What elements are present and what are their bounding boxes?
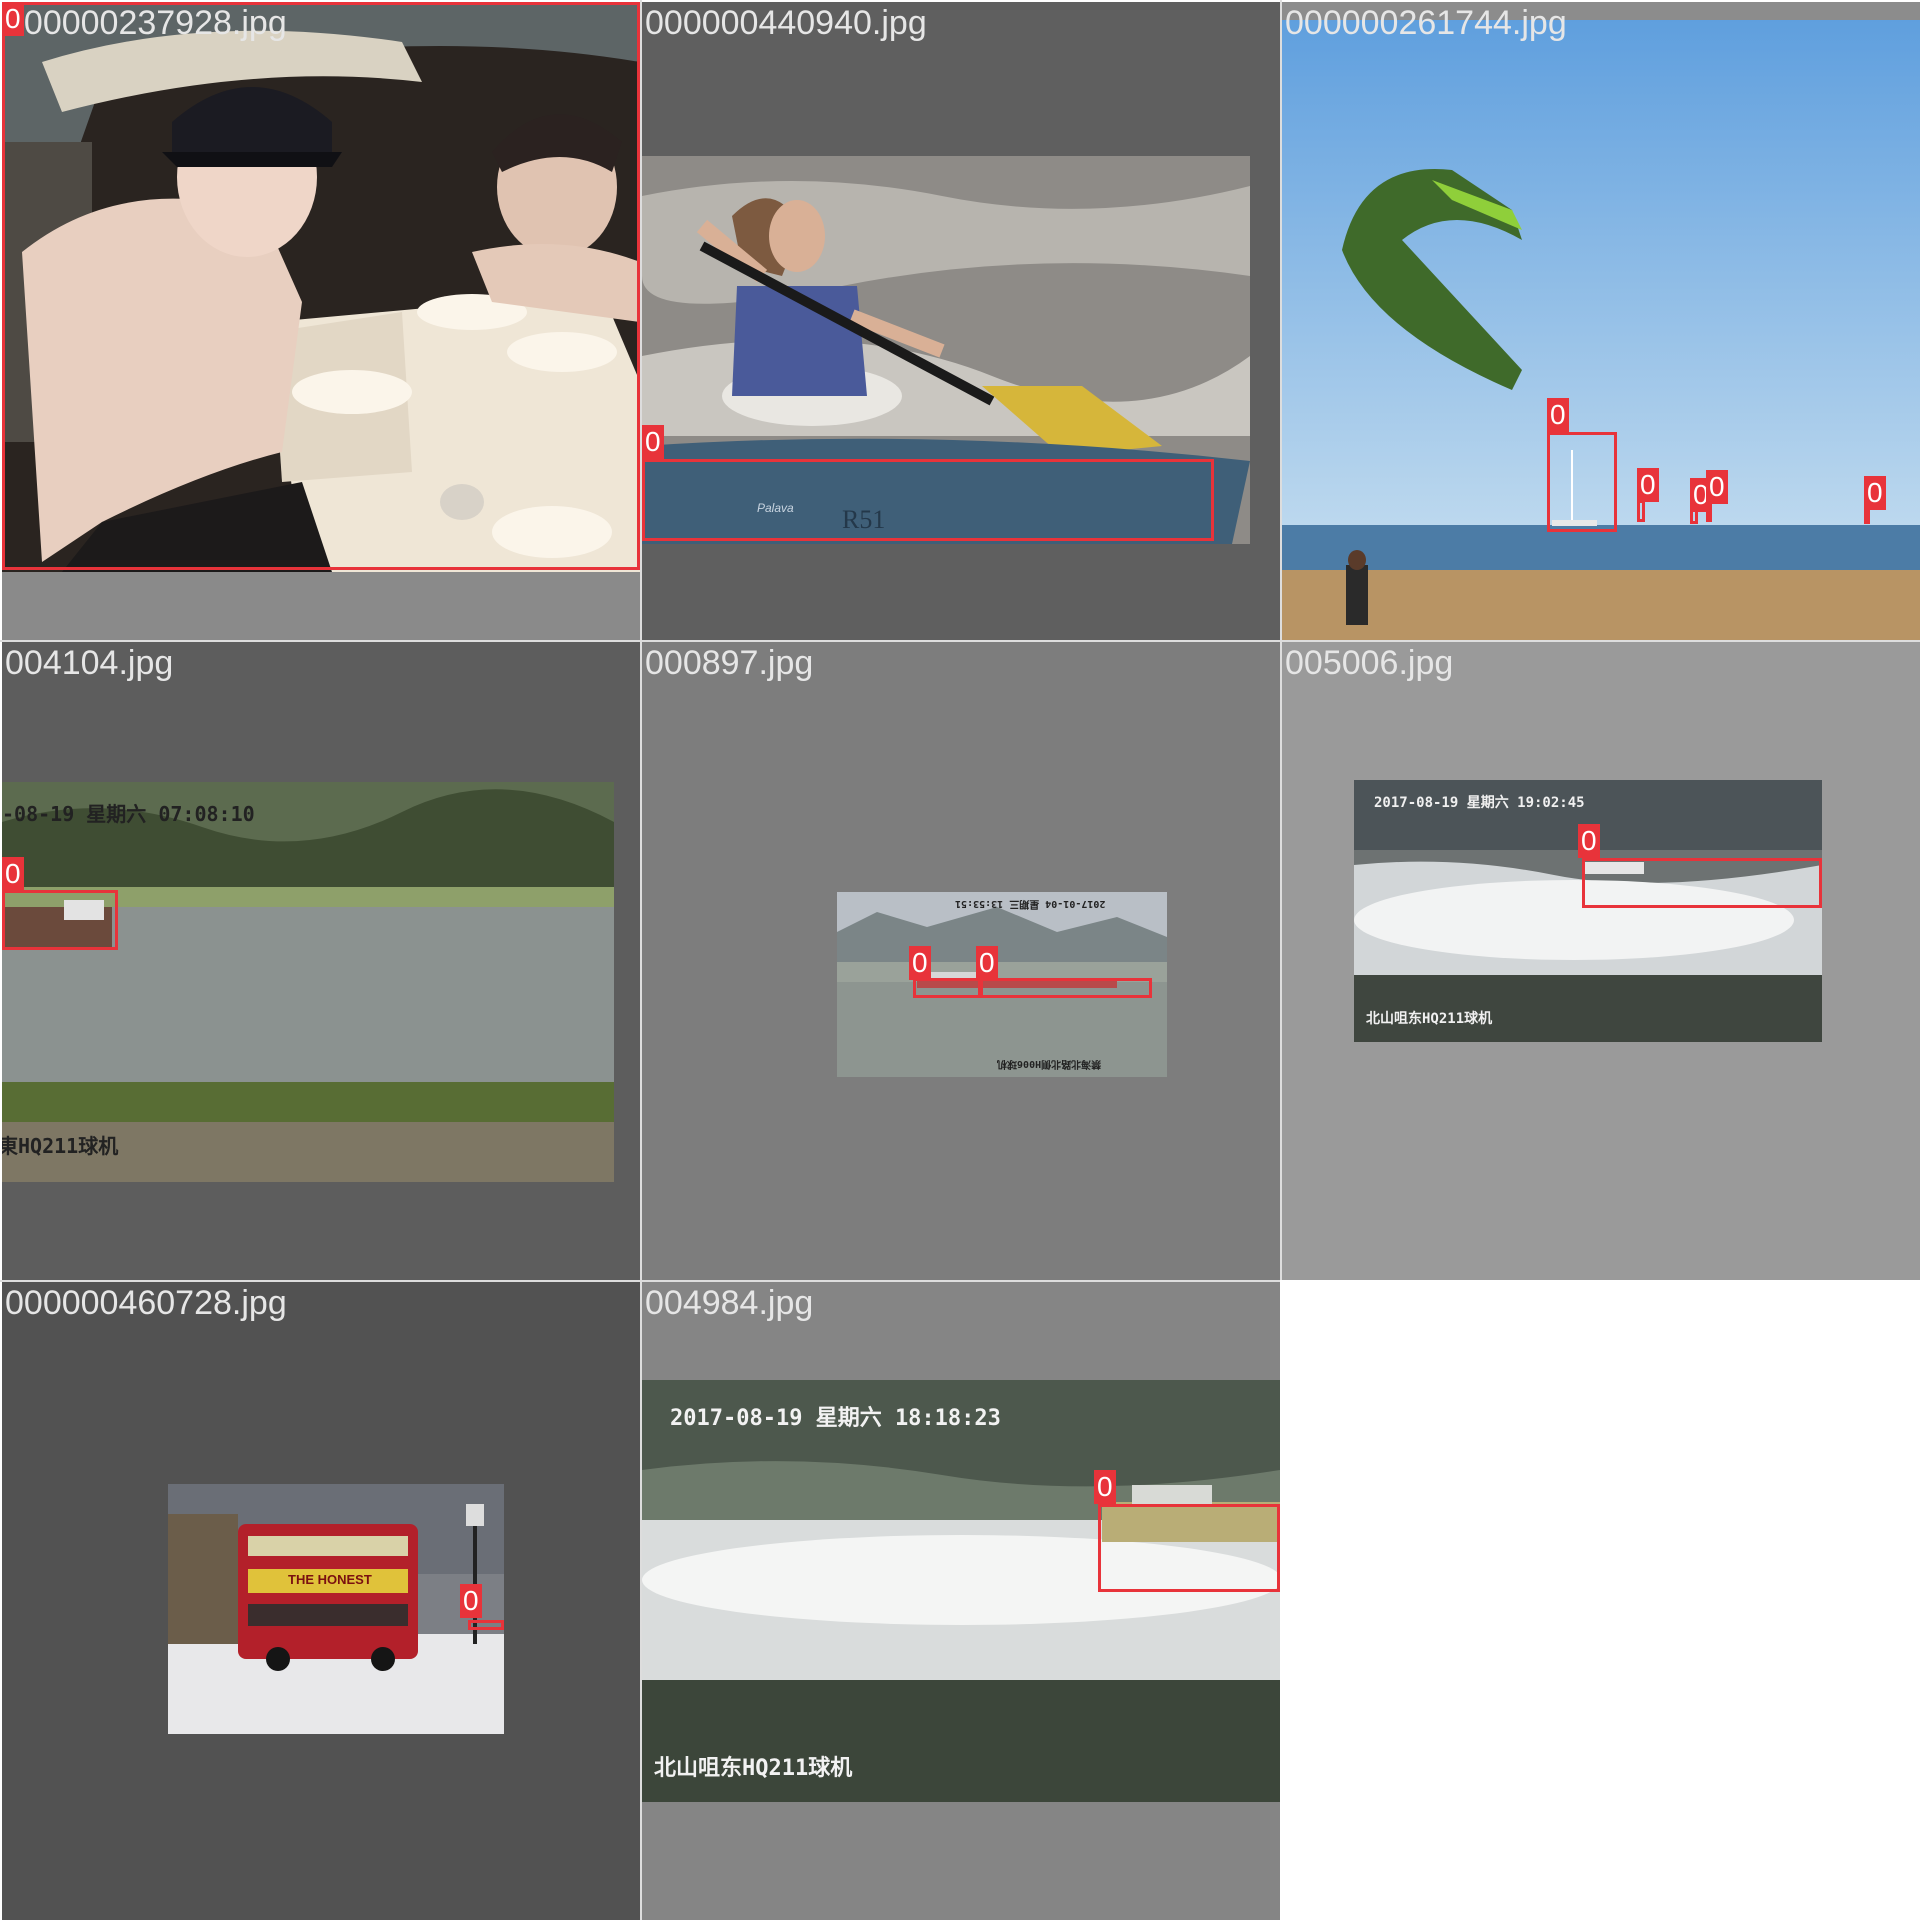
photo-river-camera: 2017-08-19 星期六 19:02:45 北山咀东HQ211球机 xyxy=(1354,780,1822,1042)
image-filename: 005006.jpg xyxy=(1285,644,1454,682)
class-label: 0 xyxy=(2,2,24,36)
image-tile[interactable]: Palava R51 0 000000440940.jpg xyxy=(642,2,1280,640)
camera-timestamp: 2017-08-19 星期六 19:02:45 xyxy=(1374,795,1585,811)
detection-box xyxy=(1582,858,1822,908)
camera-timestamp: -08-19 星期六 07:08:10 xyxy=(2,802,255,826)
image-filename: 000897.jpg xyxy=(645,644,814,682)
detection-box xyxy=(2,2,640,570)
photo-river-camera: -08-19 星期六 07:08:10 東HQ211球机 xyxy=(2,782,614,1182)
class-label: 0 xyxy=(1864,476,1886,510)
class-label: 0 xyxy=(976,946,998,980)
bus-banner: THE HONEST xyxy=(288,1572,372,1587)
image-filename: 004984.jpg xyxy=(645,1284,814,1322)
class-label: 0 xyxy=(909,946,931,980)
image-filename: 000000237928.jpg xyxy=(5,4,287,42)
detection-box xyxy=(980,978,1152,998)
detection-box xyxy=(1547,432,1617,532)
image-tile[interactable]: 2017-08-19 星期六 18:18:23 北山咀东HQ211球机 0 00… xyxy=(642,1282,1280,1920)
camera-location: 禁海北路北侧H006球机 xyxy=(997,1058,1102,1069)
detection-box xyxy=(468,1620,504,1630)
photo-kite-beach xyxy=(1282,20,1920,640)
camera-location: 北山咀东HQ211球机 xyxy=(1366,1011,1493,1027)
detection-box xyxy=(642,459,1214,541)
image-tile[interactable]: 0 0 0 0 0 000000261744.jpg xyxy=(1282,2,1920,640)
image-filename: 000000440940.jpg xyxy=(645,4,927,42)
class-label: 0 xyxy=(642,425,664,459)
photo-red-bus: THE HONEST xyxy=(168,1484,504,1734)
image-tile[interactable]: THE HONEST 0 000000460728.jpg xyxy=(2,1282,640,1920)
camera-location: 東HQ211球机 xyxy=(2,1134,119,1158)
photo-graphic xyxy=(1282,20,1920,640)
photo-graphic xyxy=(1354,780,1822,1042)
camera-location: 北山咀东HQ211球机 xyxy=(654,1756,853,1781)
image-filename: 000000261744.jpg xyxy=(1285,4,1567,42)
camera-timestamp: 2017-01-04 星期三 13:53:51 xyxy=(955,898,1106,909)
image-filename: 000000460728.jpg xyxy=(5,1284,287,1322)
image-tile[interactable]: 2017-08-19 星期六 19:02:45 北山咀东HQ211球机 0 00… xyxy=(1282,642,1920,1280)
class-label: 0 xyxy=(2,857,24,891)
image-tile[interactable]: -08-19 星期六 07:08:10 東HQ211球机 0 004104.jp… xyxy=(2,642,640,1280)
photo-graphic xyxy=(2,782,614,1182)
class-label: 0 xyxy=(1547,398,1569,432)
camera-timestamp: 2017-08-19 星期六 18:18:23 xyxy=(670,1406,1001,1431)
detection-box xyxy=(1098,1504,1280,1592)
image-tile[interactable]: 2017-01-04 星期三 13:53:51 禁海北路北侧H006球机 0 0… xyxy=(642,642,1280,1280)
class-label: 0 xyxy=(1578,824,1600,858)
detection-box xyxy=(1637,500,1645,522)
class-label: 0 xyxy=(1094,1470,1116,1504)
image-tile[interactable]: 0 000000237928.jpg xyxy=(2,2,640,640)
class-label: 0 xyxy=(460,1584,482,1618)
detection-box xyxy=(913,978,981,998)
image-filename: 004104.jpg xyxy=(5,644,174,682)
detection-box xyxy=(2,890,118,950)
class-label: 0 xyxy=(1637,468,1659,502)
photo-graphic xyxy=(168,1484,504,1734)
class-label: 0 xyxy=(1706,470,1728,504)
